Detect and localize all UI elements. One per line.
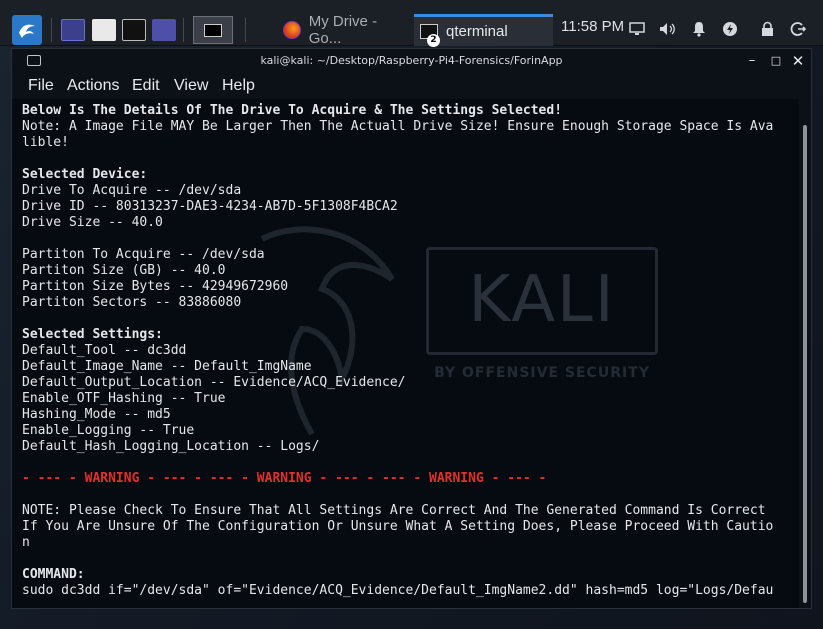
terminal-line: lible! — [22, 135, 69, 150]
menu-view[interactable]: View — [174, 77, 208, 95]
terminal-line: Partiton Size (GB) -- 40.0 — [22, 263, 226, 278]
show-desktop-icon[interactable] — [61, 19, 85, 41]
maximize-button[interactable]: □ — [767, 52, 785, 70]
terminal-line: Drive Size -- 40.0 — [22, 215, 163, 230]
terminal-line: Default_Image_Name -- Default_ImgName — [22, 359, 312, 374]
terminal-launcher-icon[interactable] — [122, 19, 146, 41]
terminal-line: Below Is The Details Of The Drive To Acq… — [22, 103, 563, 118]
menu-file[interactable]: File — [28, 77, 54, 95]
terminal-line: Enable_OTF_Hashing -- True — [22, 391, 226, 406]
terminal-line: Drive To Acquire -- /dev/sda — [22, 183, 242, 198]
terminal-window: kali@kali: ~/Desktop/Raspberry-Pi4-Foren… — [11, 48, 812, 609]
kali-menu-icon[interactable] — [12, 15, 42, 45]
terminal-icon: 2 — [420, 24, 440, 47]
notifications-bell-icon[interactable] — [688, 18, 710, 40]
menubar: File Actions Edit View Help — [12, 73, 811, 99]
terminal-line: Partiton Size Bytes -- 42949672960 — [22, 279, 289, 294]
terminal-line: Enable_Logging -- True — [22, 423, 195, 438]
terminal-line: Drive ID -- 80313237-DAE3-4234-AB7D-5F13… — [22, 199, 398, 214]
terminal-line: Default_Hash_Logging_Location -- Logs/ — [22, 439, 320, 454]
taskbar-separator — [51, 18, 52, 42]
terminal-line: Hashing_Mode -- md5 — [22, 407, 171, 422]
terminal-line: Selected Device: — [22, 167, 148, 182]
volume-icon[interactable] — [657, 18, 679, 40]
firefox-icon — [283, 21, 301, 39]
terminal-line: Partiton To Acquire -- /dev/sda — [22, 247, 265, 262]
taskbar: My Drive - Go... 2 qterminal 11:58 PM — [0, 0, 823, 47]
vertical-scrollbar[interactable] — [799, 99, 811, 608]
terminal-line: Selected Settings: — [22, 327, 163, 342]
terminal-line: Note: A Image File MAY Be Larger Then Th… — [22, 119, 774, 134]
menu-help[interactable]: Help — [222, 77, 255, 95]
minimize-button[interactable]: – — [743, 52, 761, 70]
close-button[interactable]: ✕ — [789, 52, 807, 70]
taskbar-separator — [245, 18, 246, 42]
window-count-badge: 2 — [427, 34, 440, 47]
window-title: kali@kali: ~/Desktop/Raspberry-Pi4-Foren… — [260, 54, 563, 67]
file-manager-icon[interactable] — [92, 19, 116, 41]
terminal-line: COMMAND: — [22, 567, 85, 582]
warning-line: - --- - WARNING - --- - --- - WARNING - … — [22, 471, 547, 486]
clock[interactable]: 11:58 PM — [561, 18, 624, 35]
terminal-line: sudo dc3dd if="/dev/sda" of="Evidence/AC… — [22, 583, 774, 598]
terminal-line: NOTE: Please Check To Ensure That All Se… — [22, 503, 766, 518]
task-label: My Drive - Go... — [308, 13, 378, 47]
terminal-line: Partiton Sectors -- 83886080 — [22, 295, 242, 310]
menu-edit[interactable]: Edit — [132, 77, 160, 95]
terminal-lines: Below Is The Details Of The Drive To Acq… — [22, 103, 794, 599]
task-label: qterminal — [446, 23, 508, 40]
task-firefox-my-drive[interactable]: My Drive - Go... — [277, 13, 412, 47]
terminal-line: n — [22, 535, 30, 550]
terminal-icon — [204, 23, 222, 37]
display-icon[interactable] — [626, 18, 648, 40]
task-qterminal[interactable]: 2 qterminal — [414, 14, 553, 47]
terminal-output[interactable]: KALI BY OFFENSIVE SECURITY Below Is The … — [12, 99, 799, 608]
screen-recorder-icon[interactable] — [152, 19, 176, 41]
lock-screen-icon[interactable] — [756, 18, 778, 40]
menu-actions[interactable]: Actions — [67, 77, 119, 95]
terminal-line: Default_Output_Location -- Evidence/ACQ_… — [22, 375, 406, 390]
power-manager-icon[interactable] — [719, 18, 741, 40]
window-titlebar[interactable]: kali@kali: ~/Desktop/Raspberry-Pi4-Foren… — [12, 49, 811, 73]
terminal-line: Default_Tool -- dc3dd — [22, 343, 187, 358]
scrollbar-thumb[interactable] — [803, 125, 807, 603]
terminal-line: If You Are Unsure Of The Configuration O… — [22, 519, 774, 534]
logout-icon[interactable] — [787, 18, 809, 40]
workspace-switcher[interactable] — [193, 16, 233, 44]
taskbar-separator — [183, 18, 184, 42]
